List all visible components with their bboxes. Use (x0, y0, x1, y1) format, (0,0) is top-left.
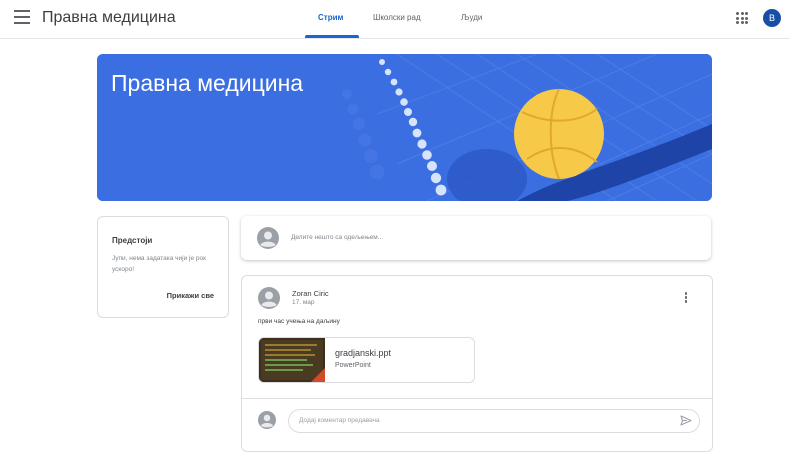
tab-stream[interactable]: Стрим (318, 13, 343, 22)
attachment-card[interactable]: gradjanski.ppt PowerPoint (258, 337, 475, 383)
attachment-type: PowerPoint (335, 362, 371, 369)
upcoming-text: Јупи, нема задатака чији је рок ускоро! (112, 255, 206, 273)
tab-classwork[interactable]: Школски рад (373, 13, 421, 22)
menu-icon[interactable] (14, 10, 30, 24)
comment-divider (242, 398, 712, 399)
comment-placeholder: Додај коментар предавача (299, 417, 380, 424)
user-avatar-icon (257, 227, 279, 249)
post-text: први час учења на даљину (258, 318, 340, 325)
class-banner: Правна медицина (97, 54, 712, 201)
stream-post: Zoran Ciric 17. мар први час учења на да… (241, 275, 713, 452)
share-with-class-box[interactable]: Делите нешто са одељењем... (241, 216, 711, 260)
active-tab-indicator (305, 35, 359, 38)
account-avatar[interactable]: В (763, 9, 781, 27)
tab-people[interactable]: Људи (461, 13, 482, 22)
view-all-link[interactable]: Прикажи све (167, 291, 214, 300)
post-date: 17. мар (292, 299, 315, 306)
apps-grid-icon[interactable] (736, 12, 748, 24)
send-icon[interactable] (680, 415, 692, 426)
attachment-name: gradjanski.ppt (335, 348, 392, 358)
banner-title: Правна медицина (111, 70, 304, 96)
upcoming-card: Предстоји Јупи, нема задатака чији је ро… (97, 216, 229, 318)
commenter-avatar-icon (258, 411, 276, 429)
post-author: Zoran Ciric (292, 289, 329, 298)
author-avatar-icon (258, 287, 280, 309)
more-options-icon[interactable] (684, 292, 688, 304)
top-bar: Правна медицина Стрим Школски рад Људи В (0, 0, 790, 39)
share-placeholder: Делите нешто са одељењем... (291, 234, 384, 241)
slide-thumbnail (259, 338, 325, 382)
comment-input[interactable]: Додај коментар предавача (288, 409, 700, 433)
upcoming-title: Предстоји (112, 236, 153, 245)
class-title[interactable]: Правна медицина (42, 9, 176, 27)
